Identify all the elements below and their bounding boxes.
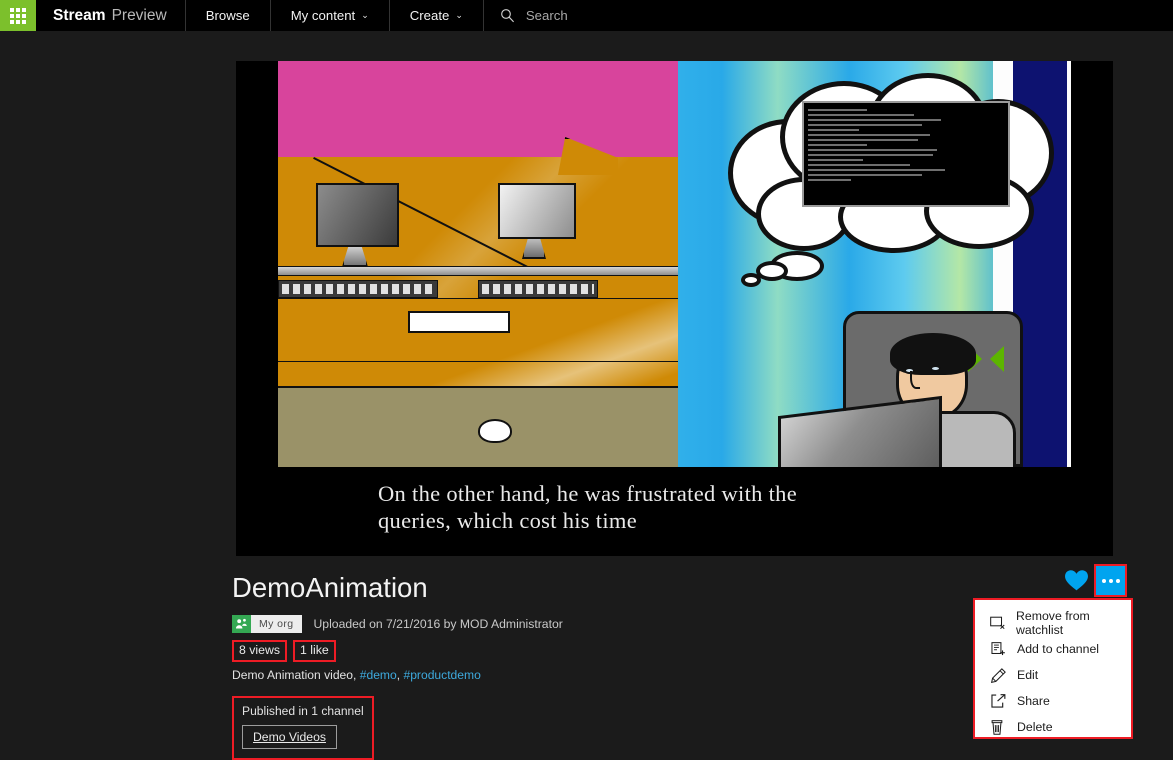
scene-monitor-left	[316, 183, 399, 247]
search-input[interactable]: Search	[484, 0, 1173, 31]
scene-keyboard-right	[478, 280, 598, 298]
description-text: Demo Animation video,	[232, 668, 356, 682]
menu-item-share-label: Share	[1017, 694, 1050, 708]
brand-suffix: Preview	[112, 7, 167, 25]
chevron-down-icon: ⌄	[361, 10, 369, 21]
hashtag-demo[interactable]: #demo	[360, 668, 397, 682]
ellipsis-icon	[1116, 579, 1120, 583]
scene-terminal-screen	[802, 101, 1010, 207]
org-badge-label: My org	[251, 615, 302, 633]
upload-meta-text: Uploaded on 7/21/2016 by MOD Administrat…	[314, 617, 563, 631]
scene-keyboard-left	[278, 280, 438, 298]
scene-monitor-right	[498, 183, 576, 239]
top-navigation-bar: Stream Preview Browse My content ⌄ Creat…	[0, 0, 1173, 31]
scene-pink-wall	[278, 61, 678, 157]
pencil-edit-icon	[990, 668, 1006, 683]
video-caption-text: On the other hand, he was frustrated wit…	[378, 481, 1078, 535]
ellipsis-icon	[1109, 579, 1113, 583]
scene-office-left	[278, 61, 678, 467]
nav-item-browse-label: Browse	[206, 8, 250, 23]
hashtag-separator: ,	[397, 668, 400, 682]
upload-info-row: My org Uploaded on 7/21/2016 by MOD Admi…	[232, 615, 932, 633]
search-placeholder: Search	[526, 8, 568, 23]
scene-shelf	[278, 266, 678, 276]
scene-mouse	[478, 419, 512, 443]
menu-item-add-to-channel[interactable]: Add to channel	[975, 636, 1131, 662]
nav-item-create[interactable]: Create ⌄	[390, 0, 484, 31]
scene-green-arrow-right	[990, 346, 1004, 372]
video-frame-image	[278, 61, 1071, 467]
scene-window-frame-edge	[1067, 61, 1071, 467]
brand-logo[interactable]: Stream Preview	[36, 0, 186, 31]
published-channels-box: Published in 1 channel Demo Videos	[232, 696, 374, 760]
chevron-down-icon: ⌄	[455, 10, 463, 21]
scene-man-eye-right	[930, 365, 941, 372]
published-channels-label: Published in 1 channel	[242, 704, 364, 718]
like-count: 1 like	[293, 640, 336, 662]
app-launcher-grid-icon	[10, 8, 26, 24]
nav-item-create-label: Create	[410, 8, 450, 23]
org-people-icon	[232, 615, 251, 633]
search-icon	[500, 8, 515, 23]
video-player[interactable]: On the other hand, he was frustrated wit…	[236, 61, 1113, 556]
nav-item-my-content-label: My content	[291, 8, 356, 23]
context-menu[interactable]: Remove from watchlist Add to channel Edi…	[973, 598, 1133, 739]
brand-name: Stream	[53, 7, 106, 25]
scene-man-nose	[910, 371, 920, 389]
menu-item-edit[interactable]: Edit	[975, 662, 1131, 688]
scene-desk-line	[278, 361, 678, 362]
caption-line-2: queries, which cost his time	[378, 508, 1078, 535]
heart-icon	[1065, 570, 1088, 591]
video-caption-bar: On the other hand, he was frustrated wit…	[236, 467, 1113, 556]
menu-item-remove-from-watchlist[interactable]: Remove from watchlist	[975, 610, 1131, 636]
add-to-channel-icon	[990, 642, 1006, 656]
status-badge: My org	[232, 615, 302, 633]
nav-item-my-content[interactable]: My content ⌄	[271, 0, 390, 31]
more-options-button[interactable]	[1094, 564, 1127, 597]
menu-item-delete-label: Delete	[1017, 720, 1053, 734]
scene-paper-sheet	[408, 311, 510, 333]
caption-line-1: On the other hand, he was frustrated wit…	[378, 481, 1078, 508]
channel-chip-demo-videos[interactable]: Demo Videos	[242, 725, 337, 749]
remove-from-watchlist-icon	[990, 616, 1005, 630]
like-button[interactable]	[1064, 568, 1088, 592]
video-stats-row: 8 views 1 like	[232, 640, 932, 662]
ellipsis-icon	[1102, 579, 1106, 583]
menu-item-delete[interactable]: Delete	[975, 714, 1131, 739]
hashtag-productdemo[interactable]: #productdemo	[403, 668, 480, 682]
scene-cloud-puff-small	[741, 273, 761, 287]
view-count: 8 views	[232, 640, 287, 662]
scene-thought-cloud	[718, 73, 1058, 243]
menu-item-add-to-channel-label: Add to channel	[1017, 642, 1099, 656]
menu-item-share[interactable]: Share	[975, 688, 1131, 714]
app-launcher-button[interactable]	[0, 0, 36, 31]
page-title: DemoAnimation	[232, 573, 932, 603]
video-description: Demo Animation video, #demo, #productdem…	[232, 668, 932, 682]
video-details-panel: DemoAnimation My org Uploaded on 7/21/20…	[232, 573, 932, 760]
menu-item-edit-label: Edit	[1017, 668, 1038, 682]
trash-delete-icon	[990, 720, 1006, 735]
nav-item-browse[interactable]: Browse	[186, 0, 271, 31]
share-icon	[990, 694, 1006, 708]
menu-item-remove-from-watchlist-label: Remove from watchlist	[1016, 609, 1131, 637]
